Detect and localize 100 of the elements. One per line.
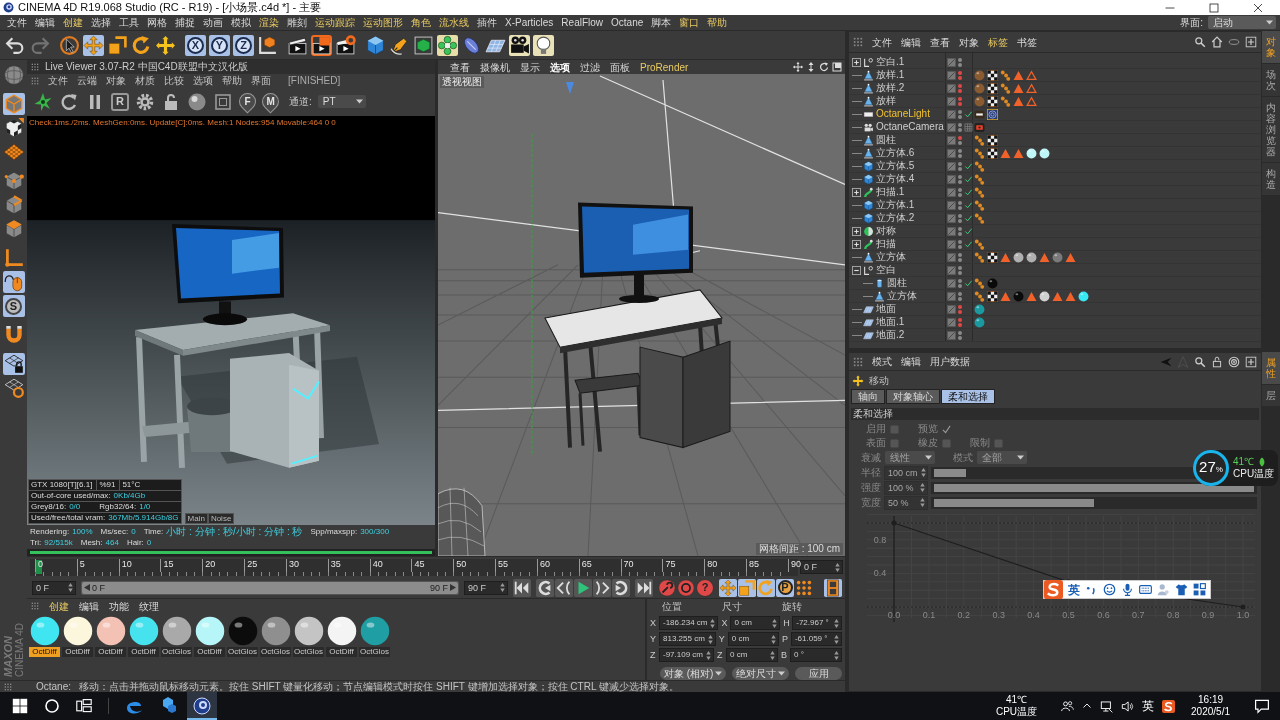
material-name[interactable]: OctDiff [194,647,225,657]
material-sphere-icon[interactable] [359,616,390,646]
sphere-app-icon[interactable] [187,692,217,720]
object-name[interactable]: 放样 [876,95,896,107]
visibility-dot-icon[interactable] [958,291,962,296]
menu-item[interactable]: 标签 [988,34,1008,50]
layer-swatch-icon[interactable] [947,317,956,327]
param-key-button[interactable]: P [776,578,794,597]
search-circle-icon[interactable] [44,698,60,714]
menu-item[interactable]: 纹理 [139,598,159,614]
next-frame-icon[interactable] [593,578,611,597]
check-icon[interactable] [964,161,973,171]
grip-icon[interactable] [31,63,39,71]
previous-key-icon[interactable] [536,578,554,597]
object-name[interactable]: 立方体.5 [876,160,915,172]
visibility-dot-icon[interactable] [958,304,962,309]
sphere-icon[interactable] [187,91,207,112]
visibility-dot-icon[interactable] [958,192,962,197]
previous-frame-icon[interactable] [555,578,573,597]
visibility-dot-icon[interactable] [958,62,962,67]
spinner-icon[interactable] [68,583,73,592]
volume-icon[interactable] [1121,699,1135,713]
axis-lock-button[interactable]: X [185,34,206,56]
dots-tag-icon[interactable] [1000,82,1011,94]
search-icon[interactable] [1194,36,1206,48]
menu-item[interactable]: 书签 [1017,34,1037,50]
keyboard-icon[interactable] [1139,583,1152,596]
menu-item[interactable]: 对象 [959,34,979,50]
menu-item[interactable]: 文件 [48,74,68,88]
key-circle-icon[interactable] [658,578,676,597]
menu-item[interactable]: 界面 [251,74,271,88]
visibility-dot-icon[interactable] [958,96,962,101]
side-tab[interactable]: 属性 [1262,352,1280,385]
visibility-dot-icon[interactable] [958,174,962,179]
menu-item[interactable]: 创建 [59,15,87,30]
visibility-dot-icon[interactable] [958,239,962,244]
material-sphere-icon[interactable] [227,616,258,646]
cross-arrows-icon[interactable] [155,34,176,56]
start-button-icon[interactable] [12,698,28,714]
layer-swatch-icon[interactable] [947,109,956,119]
spinner-icon[interactable] [707,634,713,644]
coordinate-field[interactable]: -72.967 ° [792,616,842,630]
check-icon[interactable] [964,278,973,288]
visibility-dot-icon[interactable] [958,88,962,93]
circular-arrow-icon[interactable] [819,62,829,72]
visibility-dot-icon[interactable] [958,101,962,106]
menu-item[interactable]: 材质 [135,74,155,88]
task-view-icon[interactable] [76,698,92,714]
visibility-dot-icon[interactable] [958,226,962,231]
visibility-dot-icon[interactable] [958,335,962,340]
menu-item[interactable]: 脚本 [647,15,676,30]
object-name[interactable]: 空白.1 [876,56,905,68]
render-pass-button[interactable]: Main [184,513,208,524]
visibility-dot-icon[interactable] [958,252,962,257]
checker-tag-icon[interactable] [987,147,998,159]
check-icon[interactable] [964,226,973,236]
object-name[interactable]: 放样.2 [876,82,905,94]
dots-tag-icon[interactable] [974,277,985,289]
dot-grid-icon[interactable] [795,578,813,597]
oval-icon[interactable] [1228,36,1240,48]
material-sphere-icon[interactable] [62,616,93,646]
current-frame-field[interactable]: 0 F [800,560,843,574]
coordinate-field[interactable]: 0 cm [726,648,778,662]
menu-item[interactable]: 网格 [143,15,171,30]
object-name[interactable]: 立方体 [887,290,917,302]
target-tag-icon[interactable] [987,108,998,120]
expand-toggle-icon[interactable] [852,187,861,197]
visibility-dot-icon[interactable] [958,317,962,322]
visibility-dot-icon[interactable] [958,296,962,301]
visibility-dot-icon[interactable] [958,278,962,283]
film-strip-icon[interactable] [824,578,842,597]
coordinate-field[interactable]: -61.059 ° [790,632,842,646]
check-icon[interactable] [964,239,973,249]
visibility-dot-icon[interactable] [958,70,962,75]
visibility-dot-icon[interactable] [958,205,962,210]
spinner-icon[interactable] [770,650,775,660]
mode-dropdown[interactable]: 对象 (相对) [660,667,727,680]
object-name[interactable]: OctaneLight [876,108,930,120]
coordinate-system-icon[interactable] [257,34,278,56]
material-tag-icon[interactable] [1039,290,1050,302]
material-tag-icon[interactable] [1052,251,1063,263]
dots-tag-icon[interactable] [974,134,985,146]
visibility-dot-icon[interactable] [958,257,962,262]
object-name[interactable]: 立方体 [876,251,906,263]
coordinate-field[interactable]: 813.255 cm [659,632,716,646]
cube-icon[interactable] [365,34,386,56]
visibility-dot-icon[interactable] [958,153,962,158]
material-name[interactable]: OctDiff [326,647,357,657]
menu-item[interactable]: 功能 [109,598,129,614]
expand-toggle-icon[interactable] [852,239,861,249]
input-language-button[interactable]: 英 [1142,698,1155,714]
material-sphere-icon[interactable] [260,616,291,646]
go-to-end-icon[interactable] [635,578,653,597]
layer-swatch-icon[interactable] [947,252,956,262]
spinner-icon[interactable] [500,583,505,592]
visibility-dot-icon[interactable] [958,57,962,62]
material-name[interactable]: OctGlos [359,647,390,657]
scale-key-icon[interactable] [738,578,756,597]
menu-item[interactable]: 过滤 [580,59,600,75]
menu-item[interactable]: 编辑 [79,598,99,614]
